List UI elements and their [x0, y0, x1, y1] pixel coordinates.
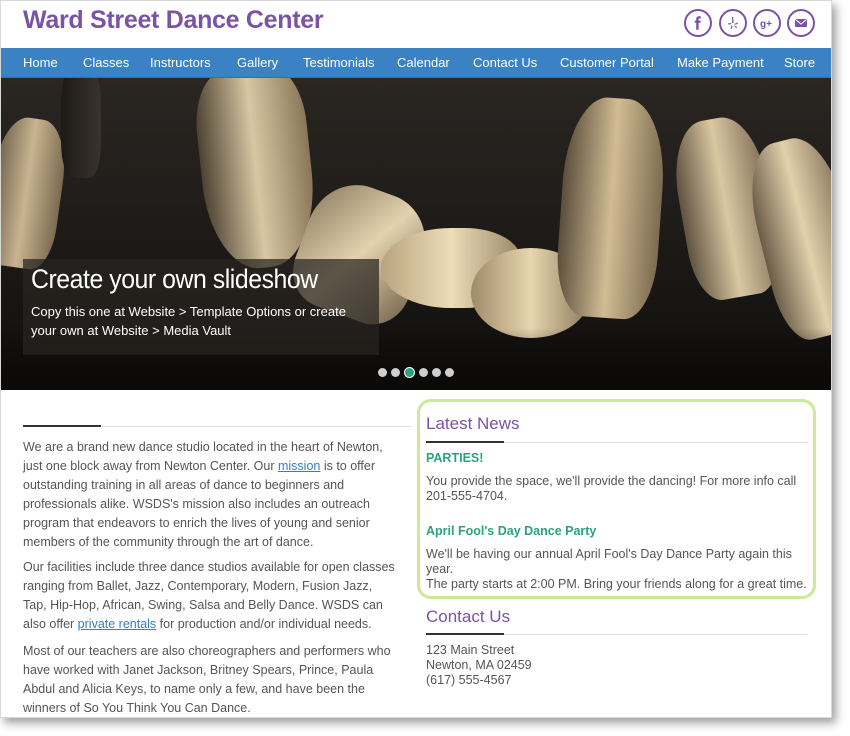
contact-divider-line [504, 634, 807, 635]
nav-home[interactable]: Home [23, 48, 58, 77]
intro-divider-line [101, 426, 411, 427]
slide-dot-5[interactable] [432, 368, 441, 377]
nav-classes[interactable]: Classes [83, 48, 129, 77]
slide-dot-4[interactable] [419, 368, 428, 377]
slide-caption-title: Create your own slideshow [31, 264, 318, 294]
nav-calendar[interactable]: Calendar [397, 48, 450, 77]
slide-dot-1[interactable] [378, 368, 387, 377]
intro-paragraph-3: Most of our teachers are also choreograp… [23, 644, 391, 715]
latest-news-divider [426, 441, 504, 443]
news-body-1: You provide the space, we'll provide the… [426, 474, 797, 503]
news-headline-2[interactable]: April Fool's Day Dance Party [426, 524, 596, 538]
google-plus-icon[interactable]: g+ [753, 9, 781, 37]
svg-text:g+: g+ [760, 19, 772, 30]
latest-news-divider-line [504, 442, 807, 443]
site-title[interactable]: Ward Street Dance Center [23, 6, 324, 35]
contact-divider [426, 633, 504, 635]
contact-street: 123 Main Street [426, 643, 515, 657]
nav-make-payment[interactable]: Make Payment [677, 48, 764, 77]
slide-dot-2[interactable] [391, 368, 400, 377]
contact-city: Newton, MA 02459 [426, 658, 532, 672]
slide-dot-3[interactable] [404, 367, 415, 378]
mission-link[interactable]: mission [278, 459, 320, 473]
private-rentals-link[interactable]: private rentals [78, 617, 157, 631]
slide-dot-6[interactable] [445, 368, 454, 377]
latest-news-title: Latest News [426, 414, 520, 433]
main-navigation: Home Classes Instructors Gallery Testimo… [1, 48, 831, 78]
page: Ward Street Dance Center g+ Home Classes… [0, 0, 832, 718]
email-icon[interactable] [787, 9, 815, 37]
slide-dots [378, 367, 454, 378]
nav-gallery[interactable]: Gallery [237, 48, 278, 77]
nav-instructors[interactable]: Instructors [150, 48, 211, 77]
contact-phone[interactable]: (617) 555-4567 [426, 673, 511, 687]
news-headline-1[interactable]: PARTIES! [426, 451, 483, 465]
slide-caption-text: Copy this one at Website > Template Opti… [31, 304, 346, 338]
nav-contact-us[interactable]: Contact Us [473, 48, 537, 77]
nav-store[interactable]: Store [784, 48, 815, 77]
yelp-icon[interactable] [719, 9, 747, 37]
intro-divider [23, 425, 101, 427]
news-body-2b: The party starts at 2:00 PM. Bring your … [426, 577, 807, 591]
facebook-icon[interactable] [684, 9, 712, 37]
intro-paragraph-1: We are a brand new dance studio located … [23, 438, 398, 552]
nav-customer-portal[interactable]: Customer Portal [560, 48, 654, 77]
nav-testimonials[interactable]: Testimonials [303, 48, 375, 77]
news-body-2: We'll be having our annual April Fool's … [426, 547, 792, 576]
intro-paragraph-2: Our facilities include three dance studi… [23, 558, 398, 634]
intro-p2-text-end: for production and/or individual needs. [156, 617, 372, 631]
hero-slideshow[interactable]: Create your own slideshow Copy this one … [1, 78, 831, 390]
contact-title: Contact Us [426, 607, 511, 626]
